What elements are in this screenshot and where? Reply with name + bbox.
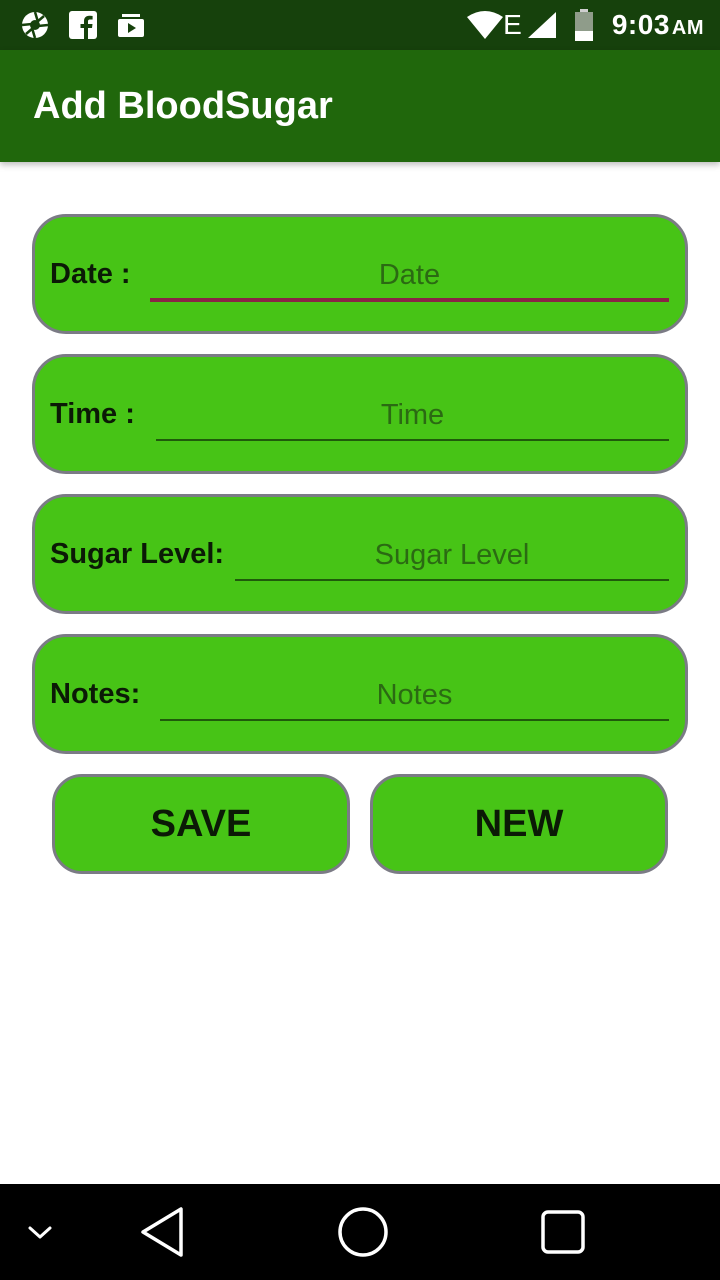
time-input[interactable] bbox=[156, 387, 669, 443]
app-bar: Add BloodSugar bbox=[0, 50, 720, 162]
clock: 9:03 AM bbox=[612, 9, 704, 41]
time-label: Time : bbox=[50, 398, 135, 430]
status-notifications bbox=[20, 10, 146, 40]
time-input-underline bbox=[156, 439, 669, 441]
date-input[interactable] bbox=[150, 247, 669, 303]
page-title: Add BloodSugar bbox=[33, 84, 333, 127]
status-bar: E 9:03 AM bbox=[0, 0, 720, 50]
clock-time: 9:03 bbox=[611, 9, 670, 40]
date-label: Date : bbox=[50, 258, 131, 290]
facebook-icon bbox=[68, 10, 98, 40]
status-system: E 9:03 AM bbox=[467, 9, 704, 41]
date-card: Date : bbox=[32, 214, 688, 334]
recents-icon[interactable] bbox=[533, 1184, 593, 1280]
signal-icon bbox=[526, 10, 556, 40]
network-type-label: E bbox=[503, 9, 522, 40]
date-input-underline bbox=[150, 298, 669, 302]
collapse-icon[interactable] bbox=[20, 1184, 60, 1280]
sugar-level-card: Sugar Level: bbox=[32, 494, 688, 614]
sugar-level-input[interactable] bbox=[235, 527, 669, 583]
sugar-level-input-underline bbox=[235, 579, 669, 581]
save-button[interactable]: SAVE bbox=[52, 774, 350, 874]
notes-label: Notes: bbox=[50, 678, 141, 710]
sugar-level-label: Sugar Level: bbox=[50, 538, 225, 570]
nav-bar bbox=[0, 1184, 720, 1280]
notes-input-underline bbox=[160, 719, 669, 721]
media-icon bbox=[116, 10, 146, 40]
back-icon[interactable] bbox=[130, 1184, 190, 1280]
new-button[interactable]: NEW bbox=[370, 774, 668, 874]
notes-card: Notes: bbox=[32, 634, 688, 754]
time-card: Time : bbox=[32, 354, 688, 474]
home-icon[interactable] bbox=[333, 1184, 393, 1280]
battery-icon bbox=[574, 9, 594, 41]
clock-ampm: AM bbox=[671, 17, 704, 39]
notes-input[interactable] bbox=[160, 667, 669, 723]
aperture-icon bbox=[20, 10, 50, 40]
wifi-icon bbox=[467, 10, 504, 40]
